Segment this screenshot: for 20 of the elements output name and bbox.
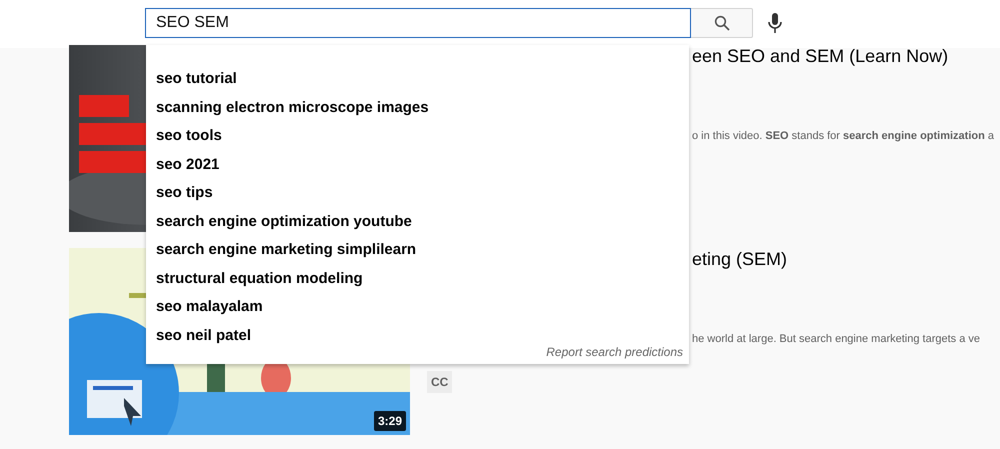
search-icon bbox=[714, 15, 730, 31]
suggestion-item[interactable]: structural equation modeling bbox=[146, 264, 689, 293]
caption-badge: CC bbox=[427, 370, 452, 392]
suggestion-item[interactable]: seo 2021 bbox=[146, 150, 689, 179]
video-title[interactable]: een SEO and SEM (Learn Now) bbox=[692, 45, 1000, 67]
search-button[interactable] bbox=[691, 8, 753, 38]
duration-label: 3:29 bbox=[374, 411, 406, 431]
suggestion-item[interactable]: seo tutorial bbox=[146, 65, 689, 94]
suggestion-item[interactable]: search engine marketing simplilearn bbox=[146, 236, 689, 264]
report-link[interactable]: Report search predictions bbox=[546, 343, 683, 361]
video-title[interactable]: eting (SEM) bbox=[692, 248, 1000, 270]
video-description: o in this video. SEO stands for search engine optimization a bbox=[692, 129, 996, 144]
search-field[interactable]: SEO SEM bbox=[145, 8, 691, 38]
suggestion-item[interactable]: seo tips bbox=[146, 179, 689, 208]
suggestion-item[interactable]: seo tools bbox=[146, 122, 689, 150]
microphone-icon bbox=[767, 12, 783, 34]
suggestion-item[interactable]: seo malayalam bbox=[146, 293, 689, 322]
suggestion-item[interactable]: scanning electron microscope images bbox=[146, 94, 689, 122]
suggestion-item[interactable]: search engine optimization youtube bbox=[146, 208, 689, 236]
video-description: he world at large. But search engine marketing targets a ve bbox=[692, 332, 981, 347]
